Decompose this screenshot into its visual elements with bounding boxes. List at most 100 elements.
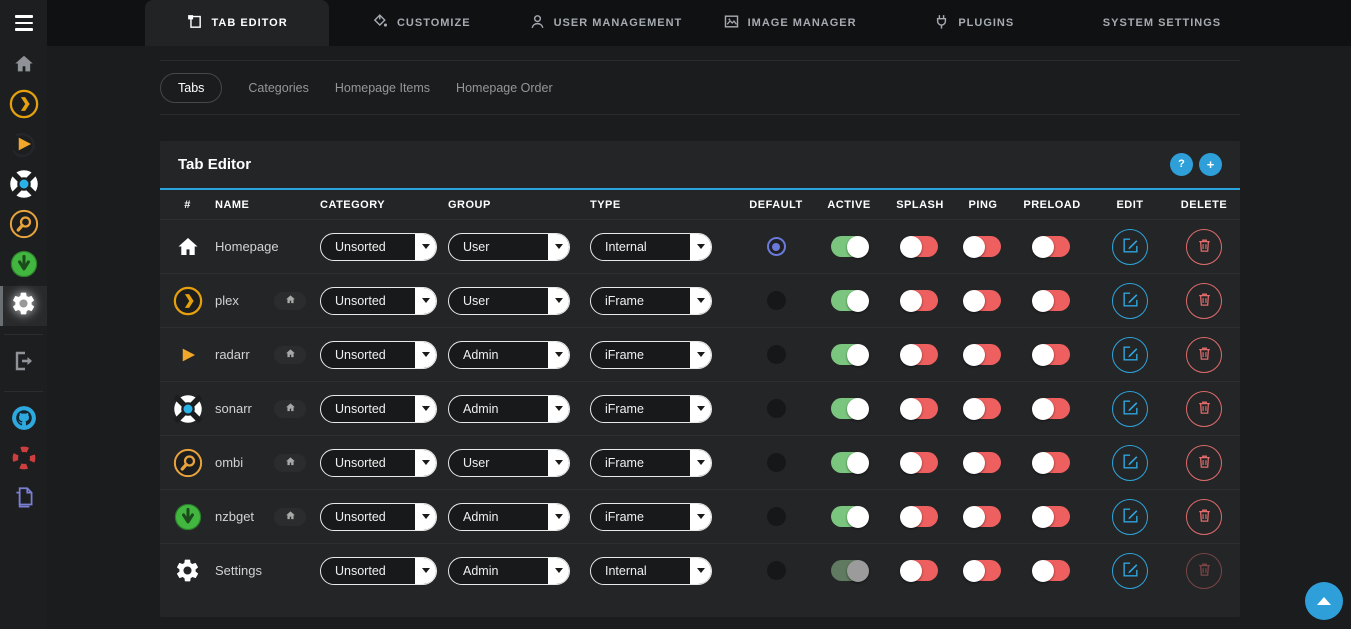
ping-toggle[interactable] bbox=[965, 236, 1001, 257]
type-select[interactable]: iFrame bbox=[590, 395, 712, 423]
category-select[interactable]: Unsorted bbox=[320, 449, 437, 477]
nav-tab-plugins[interactable]: PLUGINS bbox=[882, 0, 1066, 46]
ping-toggle[interactable] bbox=[965, 506, 1001, 527]
ping-toggle[interactable] bbox=[965, 290, 1001, 311]
splash-toggle[interactable] bbox=[902, 290, 938, 311]
type-select[interactable]: Internal bbox=[590, 233, 712, 261]
active-toggle[interactable] bbox=[831, 344, 867, 365]
add-tab-button[interactable]: + bbox=[1199, 153, 1222, 176]
splash-toggle[interactable] bbox=[902, 506, 938, 527]
default-radio[interactable] bbox=[767, 399, 786, 418]
group-select[interactable]: Admin bbox=[448, 395, 570, 423]
ping-toggle[interactable] bbox=[965, 344, 1001, 365]
active-toggle[interactable] bbox=[831, 236, 867, 257]
default-radio[interactable] bbox=[767, 291, 786, 310]
group-select[interactable]: User bbox=[448, 287, 570, 315]
sidebar-item-logout[interactable] bbox=[0, 343, 47, 383]
splash-toggle[interactable] bbox=[902, 452, 938, 473]
edit-tab-button[interactable] bbox=[1112, 229, 1148, 265]
active-toggle[interactable] bbox=[831, 560, 867, 581]
active-toggle[interactable] bbox=[831, 506, 867, 527]
nav-tab-user-management[interactable]: USER MANAGEMENT bbox=[513, 0, 697, 46]
group-select[interactable]: Admin bbox=[448, 557, 570, 585]
preload-toggle[interactable] bbox=[1034, 506, 1070, 527]
default-radio[interactable] bbox=[767, 561, 786, 580]
category-select[interactable]: Unsorted bbox=[320, 557, 437, 585]
active-toggle[interactable] bbox=[831, 452, 867, 473]
group-select[interactable]: Admin bbox=[448, 341, 570, 369]
hamburger-menu-button[interactable] bbox=[0, 0, 47, 46]
splash-toggle[interactable] bbox=[902, 560, 938, 581]
default-radio[interactable] bbox=[767, 345, 786, 364]
subtab-homepage-items[interactable]: Homepage Items bbox=[335, 74, 430, 102]
chevron-down-icon bbox=[690, 341, 712, 369]
preload-toggle[interactable] bbox=[1034, 236, 1070, 257]
ping-toggle[interactable] bbox=[965, 452, 1001, 473]
subtab-homepage-order[interactable]: Homepage Order bbox=[456, 74, 553, 102]
category-select[interactable]: Unsorted bbox=[320, 341, 437, 369]
edit-tab-button[interactable] bbox=[1112, 553, 1148, 589]
delete-tab-button[interactable] bbox=[1186, 229, 1222, 265]
sidebar-item-support[interactable] bbox=[0, 440, 47, 480]
category-select[interactable]: Unsorted bbox=[320, 503, 437, 531]
nav-tab-customize[interactable]: CUSTOMIZE bbox=[329, 0, 513, 46]
group-select[interactable]: Admin bbox=[448, 503, 570, 531]
default-radio[interactable] bbox=[767, 453, 786, 472]
splash-toggle[interactable] bbox=[902, 236, 938, 257]
active-toggle[interactable] bbox=[831, 290, 867, 311]
delete-tab-button[interactable] bbox=[1186, 337, 1222, 373]
homepage-icon bbox=[160, 235, 215, 259]
delete-tab-button[interactable] bbox=[1186, 499, 1222, 535]
nav-tab-tab-editor[interactable]: TAB EDITOR bbox=[145, 0, 329, 46]
active-toggle[interactable] bbox=[831, 398, 867, 419]
sidebar-item-home[interactable] bbox=[0, 46, 47, 86]
sidebar-item-settings[interactable] bbox=[0, 286, 47, 326]
sidebar-item-plex[interactable] bbox=[0, 86, 47, 126]
group-select[interactable]: User bbox=[448, 449, 570, 477]
subtab-categories[interactable]: Categories bbox=[248, 74, 308, 102]
sidebar-item-github[interactable] bbox=[0, 400, 47, 440]
ping-toggle[interactable] bbox=[965, 398, 1001, 419]
scroll-to-top-button[interactable] bbox=[1305, 582, 1343, 620]
sidebar-item-sonarr[interactable] bbox=[0, 166, 47, 206]
preload-toggle[interactable] bbox=[1034, 290, 1070, 311]
subtab-tabs[interactable]: Tabs bbox=[160, 73, 222, 103]
splash-toggle[interactable] bbox=[902, 344, 938, 365]
splash-toggle[interactable] bbox=[902, 398, 938, 419]
type-select[interactable]: iFrame bbox=[590, 449, 712, 477]
type-select[interactable]: iFrame bbox=[590, 287, 712, 315]
help-button[interactable]: ? bbox=[1170, 153, 1193, 176]
nav-tab-image-manager[interactable]: IMAGE MANAGER bbox=[698, 0, 882, 46]
edit-tab-button[interactable] bbox=[1112, 337, 1148, 373]
chevron-down-icon bbox=[415, 557, 437, 585]
edit-tab-button[interactable] bbox=[1112, 499, 1148, 535]
delete-tab-button[interactable] bbox=[1186, 391, 1222, 427]
preload-toggle[interactable] bbox=[1034, 344, 1070, 365]
default-radio[interactable] bbox=[767, 237, 786, 256]
delete-tab-button[interactable] bbox=[1186, 283, 1222, 319]
type-select[interactable]: iFrame bbox=[590, 341, 712, 369]
edit-tab-button[interactable] bbox=[1112, 283, 1148, 319]
type-select[interactable]: Internal bbox=[590, 557, 712, 585]
delete-tab-button[interactable] bbox=[1186, 445, 1222, 481]
default-radio[interactable] bbox=[767, 507, 786, 526]
category-select[interactable]: Unsorted bbox=[320, 395, 437, 423]
delete-tab-button[interactable] bbox=[1186, 553, 1222, 589]
sidebar-item-radarr[interactable] bbox=[0, 126, 47, 166]
preload-toggle[interactable] bbox=[1034, 560, 1070, 581]
sidebar-item-nzbget[interactable] bbox=[0, 246, 47, 286]
category-select[interactable]: Unsorted bbox=[320, 287, 437, 315]
preload-toggle[interactable] bbox=[1034, 452, 1070, 473]
type-select[interactable]: iFrame bbox=[590, 503, 712, 531]
group-select[interactable]: User bbox=[448, 233, 570, 261]
preload-toggle[interactable] bbox=[1034, 398, 1070, 419]
sidebar-item-ombi[interactable] bbox=[0, 206, 47, 246]
edit-tab-button[interactable] bbox=[1112, 445, 1148, 481]
ombi-icon bbox=[9, 209, 39, 244]
category-select[interactable]: Unsorted bbox=[320, 233, 437, 261]
edit-tab-button[interactable] bbox=[1112, 391, 1148, 427]
ping-toggle[interactable] bbox=[965, 560, 1001, 581]
nav-tab-system-settings[interactable]: SYSTEM SETTINGS bbox=[1066, 0, 1250, 46]
sidebar bbox=[0, 0, 47, 629]
sidebar-item-docs[interactable] bbox=[0, 480, 47, 520]
